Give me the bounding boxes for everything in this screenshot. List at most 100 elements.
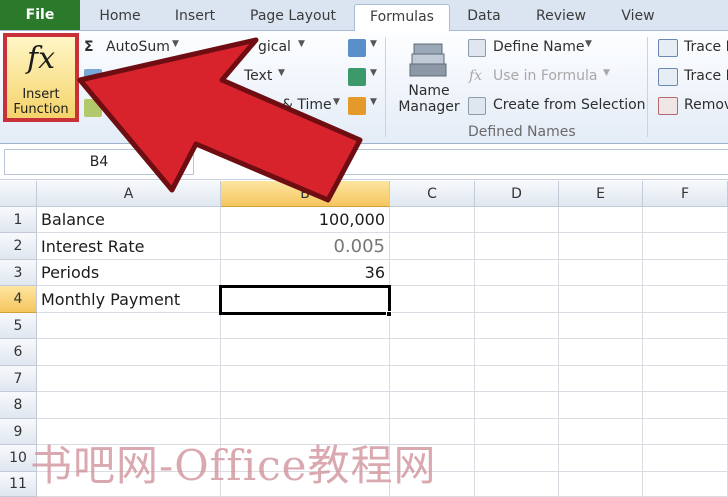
tab-review[interactable]: Review xyxy=(526,4,596,31)
cell-f3[interactable] xyxy=(643,260,728,286)
cell-e1[interactable] xyxy=(559,207,643,233)
recently-used-icon[interactable] xyxy=(84,69,102,87)
cell-f2[interactable] xyxy=(643,233,728,260)
cell-d10[interactable] xyxy=(475,445,559,472)
cell-e11[interactable] xyxy=(559,472,643,497)
column-header-c[interactable]: C xyxy=(390,181,475,207)
cell-c2[interactable] xyxy=(390,233,475,260)
cell-f1[interactable] xyxy=(643,207,728,233)
use-in-formula-button[interactable]: Use in Formula xyxy=(493,68,597,84)
cell-e2[interactable] xyxy=(559,233,643,260)
cell-b4[interactable] xyxy=(219,285,391,315)
more-functions-icon[interactable] xyxy=(348,97,366,115)
cell-d9[interactable] xyxy=(475,419,559,445)
cell-e4[interactable] xyxy=(559,286,643,313)
row-header[interactable]: 4 xyxy=(0,286,37,313)
cell-d4[interactable] xyxy=(475,286,559,313)
column-header-b[interactable]: B xyxy=(221,181,390,207)
cell-f6[interactable] xyxy=(643,339,728,366)
cell-b2[interactable]: 0.005 xyxy=(221,233,390,260)
cell-d11[interactable] xyxy=(475,472,559,497)
trace-dependents-button[interactable]: Trace D xyxy=(684,68,728,84)
cell-b5[interactable] xyxy=(221,313,390,339)
cell-c4[interactable] xyxy=(390,286,475,313)
column-header-d[interactable]: D xyxy=(475,181,559,207)
cell-c3[interactable] xyxy=(390,260,475,286)
cell-e5[interactable] xyxy=(559,313,643,339)
tab-file[interactable]: File xyxy=(0,0,80,30)
text-functions-button[interactable]: Text xyxy=(244,68,272,84)
cell-f4[interactable] xyxy=(643,286,728,313)
cell-c7[interactable] xyxy=(390,366,475,392)
select-all-corner[interactable] xyxy=(0,181,37,207)
cell-f10[interactable] xyxy=(643,445,728,472)
financial-icon[interactable] xyxy=(84,99,102,117)
lookup-reference-icon[interactable] xyxy=(348,39,366,57)
cell-e9[interactable] xyxy=(559,419,643,445)
column-header-f[interactable]: F xyxy=(643,181,728,207)
trace-precedents-button[interactable]: Trace P xyxy=(684,39,728,55)
cell-d2[interactable] xyxy=(475,233,559,260)
cell-c8[interactable] xyxy=(390,392,475,419)
cell-f9[interactable] xyxy=(643,419,728,445)
cell-a2[interactable]: Interest Rate xyxy=(37,233,221,260)
define-name-button[interactable]: Define Name xyxy=(493,39,584,55)
cell-a6[interactable] xyxy=(37,339,221,366)
math-trig-icon[interactable] xyxy=(348,68,366,86)
cell-b8[interactable] xyxy=(221,392,390,419)
formula-input[interactable] xyxy=(326,149,728,175)
row-header[interactable]: 2 xyxy=(0,233,37,260)
logical-button[interactable]: gical xyxy=(258,39,291,55)
cell-f11[interactable] xyxy=(643,472,728,497)
insert-function-button[interactable]: fx Insert Function xyxy=(3,33,79,122)
cell-a5[interactable] xyxy=(37,313,221,339)
tab-home[interactable]: Home xyxy=(88,4,152,31)
cell-d7[interactable] xyxy=(475,366,559,392)
tab-formulas[interactable]: Formulas xyxy=(354,4,450,32)
tab-data[interactable]: Data xyxy=(458,4,510,31)
cell-d3[interactable] xyxy=(475,260,559,286)
cell-e7[interactable] xyxy=(559,366,643,392)
cell-b3[interactable]: 36 xyxy=(221,260,390,286)
cell-e8[interactable] xyxy=(559,392,643,419)
cell-f7[interactable] xyxy=(643,366,728,392)
cell-b1[interactable]: 100,000 xyxy=(221,207,390,233)
row-header[interactable]: 8 xyxy=(0,392,37,419)
row-header[interactable]: 6 xyxy=(0,339,37,366)
cell-c6[interactable] xyxy=(390,339,475,366)
cell-e6[interactable] xyxy=(559,339,643,366)
tab-page-layout[interactable]: Page Layout xyxy=(240,4,346,31)
cell-b7[interactable] xyxy=(221,366,390,392)
cell-f8[interactable] xyxy=(643,392,728,419)
cell-c5[interactable] xyxy=(390,313,475,339)
cell-d5[interactable] xyxy=(475,313,559,339)
cell-d8[interactable] xyxy=(475,392,559,419)
tab-insert[interactable]: Insert xyxy=(163,4,227,31)
cell-e10[interactable] xyxy=(559,445,643,472)
remove-arrows-button[interactable]: Remov xyxy=(684,97,728,113)
row-header[interactable]: 1 xyxy=(0,207,37,233)
cell-b6[interactable] xyxy=(221,339,390,366)
cell-a1[interactable]: Balance xyxy=(37,207,221,233)
cell-f5[interactable] xyxy=(643,313,728,339)
name-manager-button[interactable]: Name Manager xyxy=(394,38,464,122)
cell-a7[interactable] xyxy=(37,366,221,392)
cell-d6[interactable] xyxy=(475,339,559,366)
row-header[interactable]: 5 xyxy=(0,313,37,339)
cell-c1[interactable] xyxy=(390,207,475,233)
name-box[interactable]: B4 xyxy=(4,149,194,175)
fill-handle[interactable] xyxy=(386,311,392,317)
autosum-button[interactable]: AutoSum xyxy=(106,39,170,55)
fx-icon[interactable]: fx xyxy=(300,150,316,170)
cell-d1[interactable] xyxy=(475,207,559,233)
row-header[interactable]: 3 xyxy=(0,260,37,286)
cell-a8[interactable] xyxy=(37,392,221,419)
cell-a4[interactable]: Monthly Payment xyxy=(37,286,221,313)
column-header-a[interactable]: A xyxy=(37,181,221,207)
cell-a3[interactable]: Periods xyxy=(37,260,221,286)
create-from-selection-button[interactable]: Create from Selection xyxy=(493,97,646,113)
date-time-button[interactable]: & Time xyxy=(282,97,332,113)
column-header-e[interactable]: E xyxy=(559,181,643,207)
cell-e3[interactable] xyxy=(559,260,643,286)
row-header[interactable]: 7 xyxy=(0,366,37,392)
